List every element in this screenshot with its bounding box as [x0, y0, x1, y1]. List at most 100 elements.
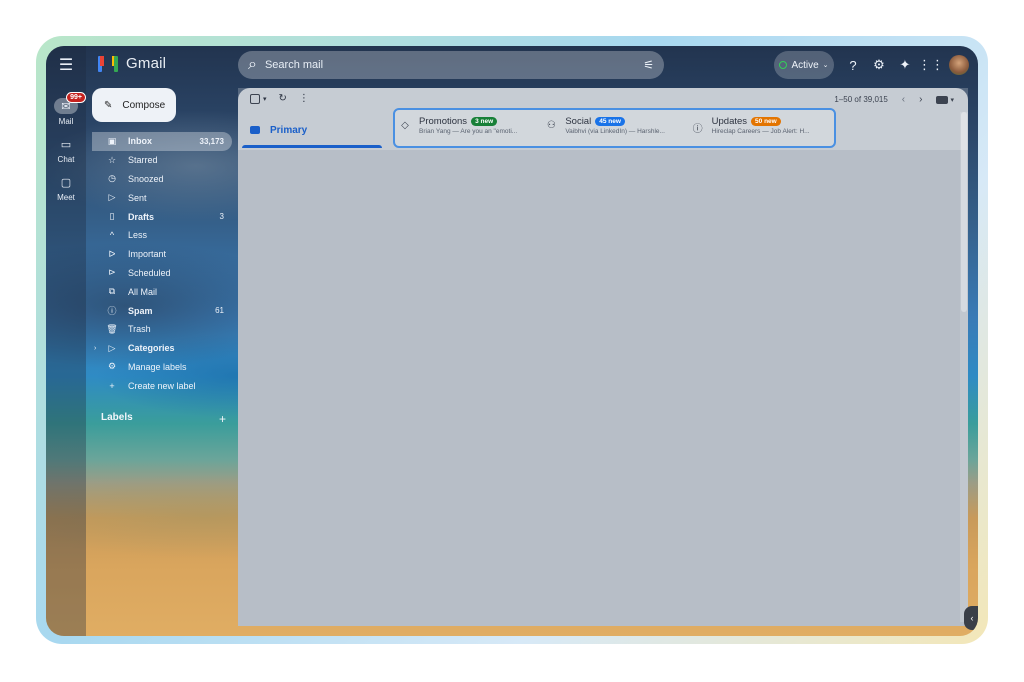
sidebar-item-trash[interactable]: 🗑︎ Trash: [92, 320, 232, 339]
sidebar-item-less[interactable]: ^ Less: [92, 226, 232, 245]
tab-updates-snippet: Hireclap Careers — Job Alert: H...: [711, 128, 810, 135]
checkbox-icon: [250, 93, 260, 104]
tab-social[interactable]: ⚇ Social 45 new Vaibhvi (via LinkedIn) —…: [541, 110, 687, 146]
labels-section: Labels +: [101, 412, 226, 426]
gmail-window: ☰ ✉ 99+ Mail ▭ Chat ▢ Meet Gmail ⌕ Search…: [46, 46, 978, 636]
sidebar-item-label: Drafts: [128, 211, 155, 222]
sidebar-item-label: Less: [128, 230, 148, 241]
sidebar-item-scheduled[interactable]: ⊳ Scheduled: [92, 264, 232, 283]
search-icon[interactable]: ⌕: [248, 56, 257, 74]
tab-social-snippet: Vaibhvi (via LinkedIn) — Harshle...: [565, 128, 665, 135]
search-bar[interactable]: ⌕ Search mail ⚟: [238, 51, 664, 79]
sidebar-item-label: Inbox: [128, 136, 152, 147]
rail-mail[interactable]: ✉ 99+ Mail: [46, 92, 86, 126]
sidebar-item-drafts[interactable]: ▯ Drafts 3: [92, 207, 232, 226]
sidebar-item-count: 3: [219, 212, 224, 222]
prev-page-icon[interactable]: ‹: [902, 94, 905, 105]
rail-mail-label: Mail: [58, 117, 74, 126]
mail-toolbar: ▾ ↻ ⋮: [250, 93, 309, 104]
inbox-icon: ▣: [107, 135, 117, 146]
compose-button[interactable]: ✎ Compose: [92, 88, 176, 122]
gemini-sparkle-icon[interactable]: ✦: [896, 56, 914, 74]
draft-icon: ▯: [109, 211, 115, 222]
main-menu-icon[interactable]: ☰: [46, 54, 86, 76]
sidebar-item-sent[interactable]: ▷ Sent: [92, 188, 232, 207]
more-options-icon[interactable]: ⋮: [299, 93, 309, 104]
unread-badge: 99+: [66, 92, 86, 103]
sidebar-item-label: Create new label: [128, 380, 196, 391]
pagination: 1–50 of 39,015 ‹ › ▾: [834, 94, 954, 105]
scheduled-icon: ⊳: [108, 267, 116, 278]
rail-chat-label: Chat: [57, 155, 75, 164]
important-icon: ᐅ: [108, 248, 116, 259]
compose-label: Compose: [122, 99, 166, 111]
plus-icon: +: [109, 380, 115, 391]
sidebar-item-spam[interactable]: ⓘ Spam 61: [92, 301, 232, 320]
refresh-icon[interactable]: ↻: [279, 93, 287, 104]
search-options-icon[interactable]: ⚟: [643, 58, 654, 72]
sidebar-item-all-mail[interactable]: ⧉ All Mail: [92, 282, 232, 301]
clock-icon: ◷: [108, 173, 116, 184]
tab-promotions-snippet: Brian Yang — Are you an "emoti...: [419, 128, 518, 135]
expand-caret-icon[interactable]: ›: [94, 345, 96, 352]
gmail-m-icon: [98, 55, 118, 72]
status-dropdown[interactable]: Active ⌄: [774, 51, 834, 79]
info-icon: ⓘ: [692, 124, 703, 135]
active-status-icon: [779, 61, 788, 69]
spam-icon: ⓘ: [107, 306, 117, 317]
sidebar-item-label: Important: [128, 249, 167, 260]
sidebar-item-important[interactable]: ᐅ Important: [92, 245, 232, 264]
sidebar-item-label: Categories: [128, 343, 175, 354]
add-label-icon[interactable]: +: [219, 412, 226, 426]
sidebar-item-manage-labels[interactable]: ⚙ Manage labels: [92, 358, 232, 377]
status-label: Active: [791, 59, 819, 71]
category-tabs: ◇ Promotions 3 new Brian Yang — Are you …: [393, 108, 836, 148]
tab-primary[interactable]: Primary: [242, 112, 382, 148]
next-page-icon[interactable]: ›: [919, 94, 922, 105]
labels-title: Labels: [101, 412, 133, 423]
sidebar-item-label: Sent: [128, 192, 147, 203]
help-icon[interactable]: ?: [844, 56, 862, 74]
send-icon: ▷: [108, 192, 116, 203]
new-count-badge: 50 new: [751, 117, 781, 126]
chat-icon: ▭: [60, 138, 72, 151]
rail-chat[interactable]: ▭ Chat: [46, 136, 86, 165]
tab-promotions-label: Promotions: [419, 116, 468, 127]
mail-icon: ✉ 99+: [54, 92, 86, 114]
trash-icon: 🗑︎: [106, 323, 118, 334]
search-input[interactable]: Search mail: [265, 59, 635, 71]
tag-icon: ◇: [401, 120, 409, 131]
side-panel-toggle[interactable]: ‹: [964, 606, 978, 630]
apps-grid-icon[interactable]: ⋮⋮: [918, 56, 944, 74]
keyboard-icon: [936, 95, 949, 104]
sidebar-nav: ▣ Inbox 33,173 ☆ Starred ◷ Snoozed ▷ Sen…: [92, 132, 232, 395]
tab-updates[interactable]: ⓘ Updates 50 new Hireclap Careers — Job …: [688, 110, 834, 146]
gear-icon[interactable]: ⚙: [870, 56, 888, 74]
pagination-range: 1–50 of 39,015: [834, 95, 888, 104]
people-icon: ⚇: [546, 120, 556, 131]
tab-promotions[interactable]: ◇ Promotions 3 new Brian Yang — Are you …: [395, 110, 541, 146]
sidebar-item-create-label[interactable]: + Create new label: [92, 376, 232, 395]
tab-updates-label: Updates: [711, 116, 748, 127]
gear-icon: ⚙: [107, 361, 117, 372]
app-rail: ☰ ✉ 99+ Mail ▭ Chat ▢ Meet: [46, 46, 86, 636]
star-icon: ☆: [107, 154, 117, 165]
mail-list-panel: ▾ ↻ ⋮ 1–50 of 39,015 ‹ › ▾ Primary ◇ Pro: [238, 88, 968, 626]
pencil-icon: ✎: [104, 99, 113, 111]
sidebar-item-label: Trash: [128, 324, 151, 335]
rail-meet-label: Meet: [57, 193, 75, 202]
scrollbar-thumb[interactable]: [961, 112, 967, 312]
sidebar-item-label: All Mail: [128, 286, 158, 297]
sidebar-item-starred[interactable]: ☆ Starred: [92, 151, 232, 170]
rail-meet[interactable]: ▢ Meet: [46, 174, 86, 203]
tab-social-label: Social: [565, 116, 592, 127]
sidebar-item-label: Starred: [128, 155, 158, 166]
gmail-logo[interactable]: Gmail: [98, 55, 166, 72]
input-tools-button[interactable]: ▾: [936, 95, 954, 104]
select-all-checkbox[interactable]: ▾: [250, 93, 267, 104]
new-count-badge: 3 new: [471, 117, 498, 126]
sidebar-item-categories[interactable]: › ▷ Categories: [92, 339, 232, 358]
sidebar-item-inbox[interactable]: ▣ Inbox 33,173: [92, 132, 232, 151]
sidebar-item-snoozed[interactable]: ◷ Snoozed: [92, 170, 232, 189]
avatar[interactable]: [949, 55, 969, 75]
